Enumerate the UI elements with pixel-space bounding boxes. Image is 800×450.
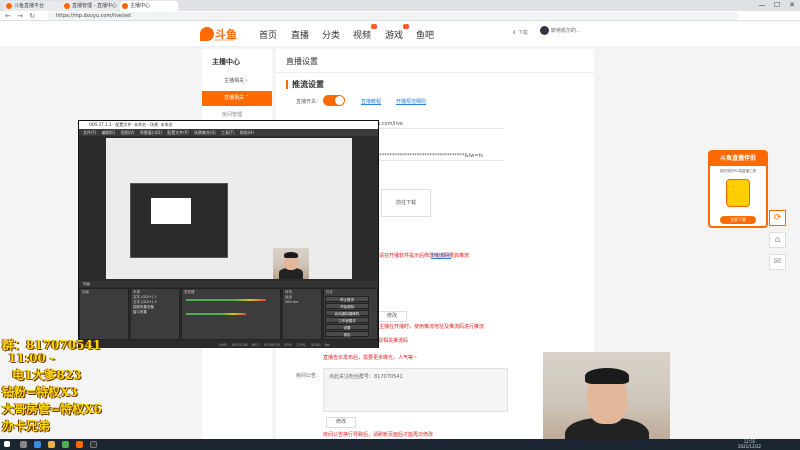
promo-card[interactable]: 斗鱼直播伴侣 超好用的PC端直播工具 立即下载: [708, 150, 768, 228]
rules-link[interactable]: 开播规范细则: [396, 98, 426, 105]
obs-menu-bar[interactable]: 文件(F) 编辑(E) 视图(V) 停靠窗口(D) 配置文件(P) 场景集合(S…: [79, 129, 378, 136]
modify-notice-button[interactable]: 修改: [326, 417, 356, 428]
tutorial-link[interactable]: 直播教程: [361, 98, 381, 105]
warning-text: 请主播在开播时，使用推流地址及推流码进行推流: [374, 324, 485, 330]
modify-button[interactable]: 修改: [377, 311, 407, 322]
toggle-label: 直播开关：: [296, 99, 322, 105]
douyu-favicon-icon: [64, 3, 70, 9]
source-item[interactable]: 窗口采集: [133, 310, 177, 315]
warning-text: 请在开播软件提示后修改推流码重启推流: [379, 253, 470, 259]
audio-meter: [186, 299, 266, 301]
overlay-line: 办卡兄弟: [2, 419, 51, 433]
duration-input[interactable]: 300 ms: [285, 300, 319, 304]
promo-download-button[interactable]: 立即下载: [720, 216, 756, 224]
obs-taskbar-icon[interactable]: [90, 441, 97, 448]
stop-stream-button[interactable]: 停止推流: [325, 296, 369, 302]
user-menu[interactable]: 斯特凯尔的...: [540, 26, 581, 36]
douyu-app-icon[interactable]: [76, 441, 83, 448]
obs-mixer-panel[interactable]: 混音器: [181, 288, 281, 340]
url-input[interactable]: https://mp.douyu.com/live/set: [48, 12, 738, 20]
sidebar-item-anchor[interactable]: 主播相关 ›: [202, 74, 272, 89]
obs-transition-panel[interactable]: 转场 淡出 300 ms: [282, 288, 322, 340]
refresh-icon[interactable]: ⟳: [769, 210, 786, 226]
overlay-line: 钻粉=特权X3: [2, 385, 78, 399]
douyu-favicon-icon: [122, 3, 128, 9]
browser-tab-bar: 斗鱼直播平台 直播管理 - 直播中心 主播中心 — ☐ ✕: [0, 0, 800, 11]
divider: [276, 72, 594, 73]
download-link[interactable]: ⬇ 下载: [512, 29, 528, 36]
maximize-button[interactable]: ☐: [770, 0, 784, 11]
overlay-line: 电1大爹823: [12, 368, 82, 382]
notice-textarea[interactable]: 点此关注粉丝群号：817070541: [323, 368, 508, 412]
nav-live[interactable]: 直播: [291, 28, 309, 41]
browser-tab[interactable]: 斗鱼直播平台: [4, 1, 62, 11]
close-window-button[interactable]: ✕: [785, 0, 799, 11]
nav-home[interactable]: 首页: [259, 28, 277, 41]
sidebar-item-room-manage[interactable]: 房间管理: [222, 111, 242, 118]
forward-icon[interactable]: →: [15, 11, 25, 21]
home-icon[interactable]: ⌂: [769, 232, 786, 248]
promo-header: 斗鱼直播伴侣: [710, 152, 766, 166]
obs-scenes-panel[interactable]: 场景: [79, 288, 129, 340]
nav-category[interactable]: 分类: [322, 28, 340, 41]
folder-icon[interactable]: [48, 441, 55, 448]
exit-button[interactable]: 退出: [325, 331, 369, 337]
nav-games[interactable]: 游戏: [385, 28, 403, 41]
audio-meter: [186, 313, 246, 315]
chrome-icon[interactable]: [62, 441, 69, 448]
minimize-button[interactable]: —: [755, 0, 769, 11]
settings-button[interactable]: 设置: [325, 324, 369, 330]
virtual-camera-button[interactable]: 启动虚拟摄像机: [325, 310, 369, 316]
reload-icon[interactable]: ↻: [27, 11, 37, 21]
obs-title-bar: OBS 27.1.3 - 配置文件: 未命名 - 场景: 未命名: [79, 121, 378, 129]
fish-logo-icon: [200, 27, 214, 41]
obs-sources-panel[interactable]: 来源 文字 (GDI+) 2 文字 (GDI+) 3 视频采集设备 窗口采集: [130, 288, 180, 340]
douyu-logo[interactable]: 斗鱼 DOUYU.COM: [200, 25, 242, 43]
nested-obs-preview: [130, 183, 228, 258]
notice-label: 房间公告：: [296, 373, 322, 379]
nested-preview-screen: [151, 198, 191, 224]
site-header: 斗鱼 DOUYU.COM 首页 直播 分类 视频 游戏 鱼吧 ⬇ 下载 斯特凯尔…: [0, 21, 800, 47]
start-record-button[interactable]: 开始录制: [325, 303, 369, 309]
studio-mode-button[interactable]: 工作室模式: [325, 317, 369, 323]
hot-badge: [403, 24, 409, 29]
browser-tab-active[interactable]: 主播中心: [120, 1, 178, 11]
address-bar: ← → ↻ https://mp.douyu.com/live/set: [0, 11, 800, 21]
search-icon[interactable]: [20, 441, 27, 448]
page-title: 直播设置: [286, 57, 318, 66]
windows-start-icon[interactable]: [4, 441, 10, 447]
section-title: 推流设置: [286, 80, 324, 89]
browser-tab[interactable]: 直播管理 - 直播中心: [62, 1, 120, 11]
warning-text: 房间公告换行导致后，请刷新页面后才能再次修改: [323, 432, 434, 438]
avatar: [540, 26, 549, 35]
fan-assistant-link[interactable]: 粉丝助手: [431, 252, 451, 259]
app-icon: [726, 179, 750, 207]
taskbar: 12:55 2021/12/22: [0, 439, 800, 450]
overlay-line: 11:00 -: [8, 351, 55, 365]
promo-desc: 超好用的PC端直播工具: [719, 169, 757, 173]
webcam-preview: [273, 248, 309, 279]
nav-video[interactable]: 视频: [353, 28, 371, 41]
obs-scene-bar: 场景: [79, 281, 378, 287]
obs-preview: [106, 138, 352, 279]
mail-icon[interactable]: ✉: [769, 254, 786, 270]
new-badge: [371, 24, 377, 29]
nav-fishbar[interactable]: 鱼吧: [416, 28, 434, 41]
toggle-knob: [335, 96, 344, 105]
system-clock: 12:55 2021/12/22: [738, 439, 762, 449]
streamer-webcam: [543, 352, 670, 450]
sidebar-title: 主播中心: [212, 58, 240, 66]
sidebar-item-live[interactable]: 直播相关 ˅: [202, 91, 272, 106]
overlay-line: 大哥房管=特权X6: [2, 402, 102, 416]
obs-window[interactable]: OBS 27.1.3 - 配置文件: 未命名 - 场景: 未命名 文件(F) 编…: [78, 120, 379, 348]
obs-status-bar: LIVE: 00:02:18 REC: 00:00:00 CPU: 2.5%, …: [79, 342, 378, 348]
download-button[interactable]: 前往下载: [381, 189, 431, 217]
live-toggle[interactable]: [323, 95, 345, 106]
back-icon[interactable]: ←: [3, 11, 13, 21]
douyu-favicon-icon: [6, 3, 12, 9]
edge-icon[interactable]: [34, 441, 41, 448]
warning-text: 直播告示发布后，需要更多曝光，人气等~: [323, 355, 418, 361]
